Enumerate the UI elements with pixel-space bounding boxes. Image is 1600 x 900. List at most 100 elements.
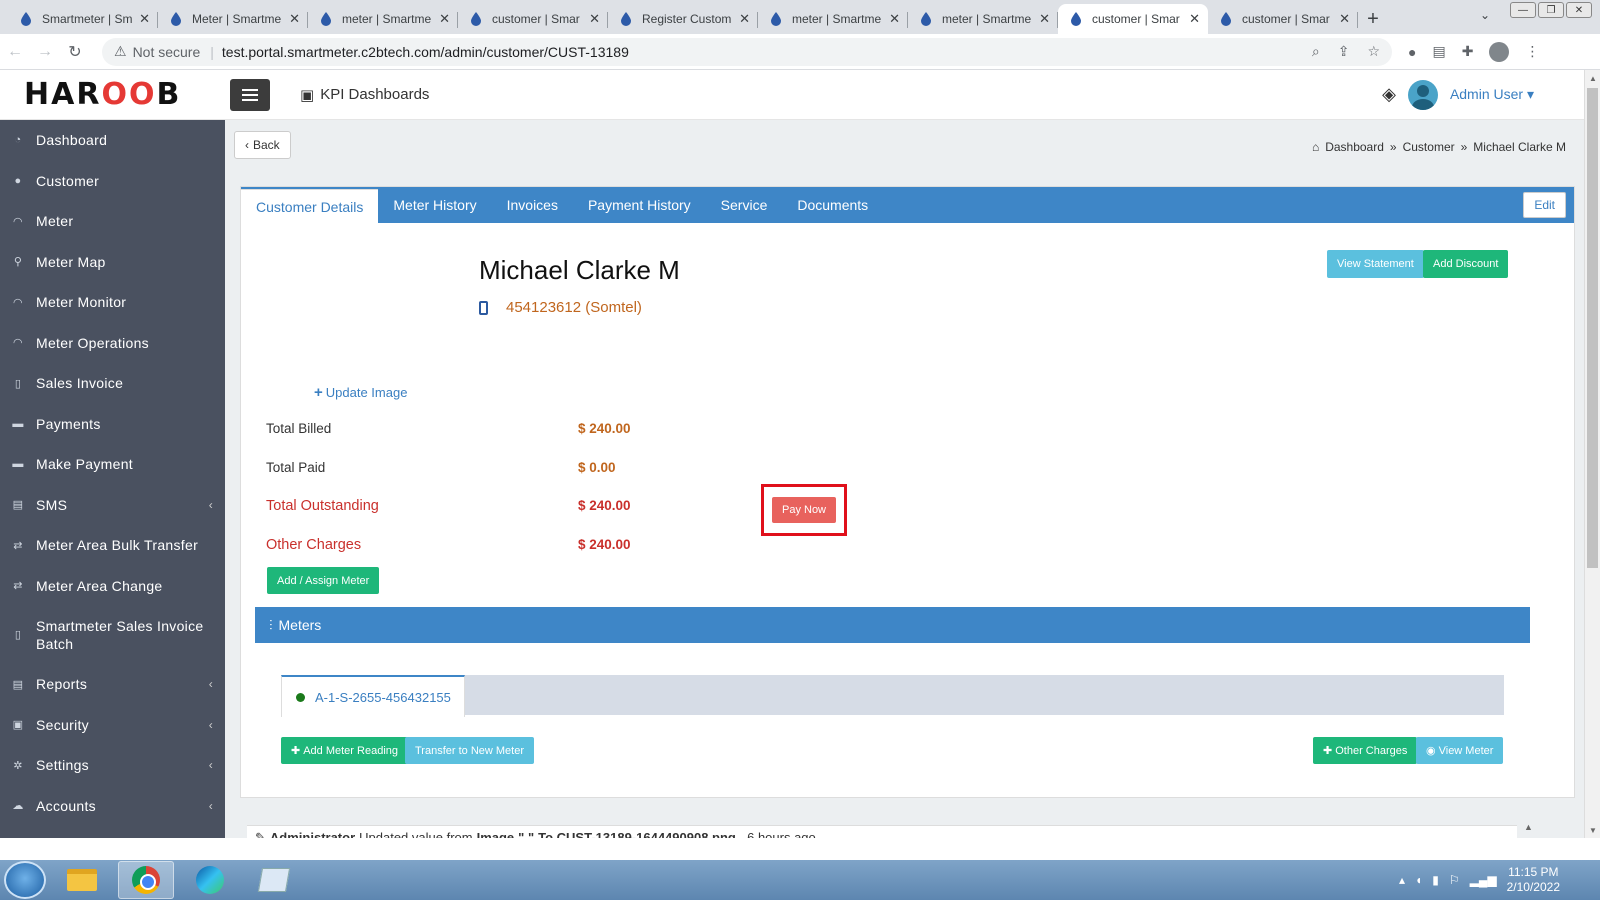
browser-tab[interactable]: customer | Smar ✕ xyxy=(1208,4,1358,34)
sidebar-item-sales-invoice[interactable]: ▯ Sales Invoice xyxy=(0,363,225,404)
tab-meter-history[interactable]: Meter History xyxy=(378,187,491,223)
droplet-icon xyxy=(771,12,781,26)
new-tab-button[interactable]: + xyxy=(1358,4,1388,34)
edit-button[interactable]: Edit xyxy=(1523,192,1566,218)
tab-service[interactable]: Service xyxy=(706,187,783,223)
other-charges-button[interactable]: ✚ Other Charges xyxy=(1313,737,1418,764)
update-image-link[interactable]: + Update Image xyxy=(314,384,407,401)
chevron-left-icon: ‹ xyxy=(208,497,213,512)
sidebar-item-smartmeter-sales-invoice-batch[interactable]: ▯ Smartmeter Sales Invoice Batch xyxy=(0,606,225,664)
taskbar-notepad[interactable] xyxy=(246,861,302,899)
browser-tab[interactable]: meter | Smartme ✕ xyxy=(308,4,458,34)
bookmark-star-icon[interactable]: ☆ xyxy=(1367,43,1380,60)
close-tab-icon[interactable]: ✕ xyxy=(289,11,300,27)
sidebar-item-accounts[interactable]: ☁ Accounts ‹ xyxy=(0,786,225,827)
add-assign-meter-button[interactable]: Add / Assign Meter xyxy=(267,567,380,594)
zoom-icon[interactable]: ⌕ xyxy=(1312,43,1320,60)
close-window-button[interactable]: ✕ xyxy=(1566,2,1592,18)
browser-tab[interactable]: Register Custom ✕ xyxy=(608,4,758,34)
add-meter-reading-button[interactable]: ✚ Add Meter Reading xyxy=(281,737,408,764)
pay-now-button[interactable]: Pay Now xyxy=(771,497,837,523)
close-tab-icon[interactable]: ✕ xyxy=(739,11,750,27)
browser-tab[interactable]: customer | Smar ✕ xyxy=(458,4,608,34)
ticket-icon[interactable]: ◈ xyxy=(1382,84,1396,105)
meter-tab[interactable]: A-1-S-2655-456432155 xyxy=(281,675,465,717)
minimize-button[interactable]: — xyxy=(1510,2,1536,18)
total-billed-value: $ 240.00 xyxy=(578,421,631,436)
close-tab-icon[interactable]: ✕ xyxy=(889,11,900,27)
sidebar-item-meter-operations[interactable]: ◠ Meter Operations xyxy=(0,323,225,364)
back-arrow-icon[interactable]: ← xyxy=(0,43,30,61)
sidebar-item-make-payment[interactable]: ▬ Make Payment xyxy=(0,444,225,485)
taskbar-explorer[interactable] xyxy=(54,861,110,899)
signal-icon[interactable]: ▂▄▆ xyxy=(1470,873,1497,887)
sidebar-item-meter-monitor[interactable]: ◠ Meter Monitor xyxy=(0,282,225,323)
tab-payment-history[interactable]: Payment History xyxy=(573,187,706,223)
reload-icon[interactable]: ↻ xyxy=(60,42,90,62)
scroll-down-icon[interactable]: ▼ xyxy=(1585,822,1600,838)
sidebar-item-meter-map[interactable]: ⚲ Meter Map xyxy=(0,242,225,283)
taskbar-chrome[interactable] xyxy=(118,861,174,899)
list-icon: ▤ xyxy=(12,678,24,691)
tab-customer-details[interactable]: Customer Details xyxy=(241,189,379,223)
browser-tab[interactable]: meter | Smartme ✕ xyxy=(908,4,1058,34)
harooob-logo[interactable]: HAROOB xyxy=(0,77,225,112)
sidebar-item-meter-area-change[interactable]: ⇄ Meter Area Change xyxy=(0,566,225,607)
view-statement-button[interactable]: View Statement xyxy=(1327,250,1424,278)
sidebar-item-sms[interactable]: ▤ SMS ‹ xyxy=(0,485,225,526)
browser-menu-icon[interactable]: ⋮ xyxy=(1525,43,1539,60)
battery-icon[interactable]: ▮ xyxy=(1432,873,1439,887)
tray-expand-icon[interactable]: ▴ xyxy=(1399,873,1405,887)
avatar[interactable] xyxy=(1407,79,1438,110)
scroll-thumb[interactable] xyxy=(1587,88,1598,568)
sidebar-item-customer[interactable]: ● Customer xyxy=(0,161,225,202)
sidebar-item-reports[interactable]: ▤ Reports ‹ xyxy=(0,664,225,705)
browser-tab[interactable]: meter | Smartme ✕ xyxy=(758,4,908,34)
profile-avatar-icon[interactable] xyxy=(1489,41,1510,62)
back-button[interactable]: ‹ Back xyxy=(234,131,291,159)
content-scroll-up-icon[interactable]: ▲ xyxy=(1524,822,1533,832)
map-pin-icon: ⚲ xyxy=(13,256,23,269)
sidebar-item-security[interactable]: ▣ Security ‹ xyxy=(0,705,225,746)
menu-toggle-button[interactable] xyxy=(230,78,270,111)
volume-icon[interactable]: ◖ xyxy=(1415,873,1422,887)
tab-documents[interactable]: Documents xyxy=(782,187,883,223)
browser-tab[interactable]: Meter | Smartme ✕ xyxy=(158,4,308,34)
extension-clipboard-icon[interactable]: ▤ xyxy=(1432,43,1445,60)
forward-arrow-icon[interactable]: → xyxy=(30,43,60,61)
network-warning-icon[interactable]: ⚐ xyxy=(1449,873,1460,887)
close-tab-icon[interactable]: ✕ xyxy=(1189,11,1200,27)
page-scrollbar[interactable]: ▲ ▼ xyxy=(1584,70,1600,838)
view-meter-button[interactable]: ◉ View Meter xyxy=(1416,737,1504,764)
extension-shield-icon[interactable]: ● xyxy=(1408,44,1416,60)
breadcrumb-customer[interactable]: Customer xyxy=(1403,140,1455,154)
browser-tab[interactable]: Smartmeter | Sm ✕ xyxy=(8,4,158,34)
kpi-dashboards-link[interactable]: ▣ KPI Dashboards xyxy=(300,86,429,104)
add-discount-button[interactable]: Add Discount xyxy=(1423,250,1509,278)
maximize-button[interactable]: ❐ xyxy=(1538,2,1564,18)
close-tab-icon[interactable]: ✕ xyxy=(439,11,450,27)
close-tab-icon[interactable]: ✕ xyxy=(139,11,150,27)
share-icon[interactable]: ⇪ xyxy=(1338,43,1350,60)
url-input[interactable]: ⚠ Not secure | test.portal.smartmeter.c2… xyxy=(102,37,1392,66)
close-tab-icon[interactable]: ✕ xyxy=(589,11,600,27)
sidebar-item-payments[interactable]: ▬ Payments xyxy=(0,404,225,445)
tab-search-icon[interactable]: ⌄ xyxy=(1480,8,1490,22)
start-button[interactable] xyxy=(4,861,46,899)
system-clock[interactable]: 11:15 PM 2/10/2022 xyxy=(1507,865,1560,895)
sidebar-item-meter[interactable]: ◠ Meter xyxy=(0,201,225,242)
sidebar-item-settings[interactable]: ✲ Settings ‹ xyxy=(0,745,225,786)
taskbar-edge[interactable] xyxy=(182,861,238,899)
sidebar-item-dashboard[interactable]: ◔ Dashboard xyxy=(0,120,225,161)
close-tab-icon[interactable]: ✕ xyxy=(1339,11,1350,27)
browser-tab[interactable]: customer | Smar ✕ xyxy=(1058,4,1208,34)
breadcrumb-dashboard[interactable]: Dashboard xyxy=(1325,140,1384,154)
close-tab-icon[interactable]: ✕ xyxy=(1039,11,1050,27)
scroll-up-icon[interactable]: ▲ xyxy=(1585,70,1600,86)
sidebar-item-meter-area-bulk-transfer[interactable]: ⇄ Meter Area Bulk Transfer xyxy=(0,525,225,566)
total-outstanding-row: Total Outstanding $ 240.00 xyxy=(266,498,631,514)
transfer-to-new-meter-button[interactable]: Transfer to New Meter xyxy=(405,737,535,764)
tab-invoices[interactable]: Invoices xyxy=(492,187,573,223)
extensions-puzzle-icon[interactable]: ✚ xyxy=(1462,43,1474,60)
user-menu-dropdown[interactable]: Admin User ▾ xyxy=(1450,86,1534,103)
